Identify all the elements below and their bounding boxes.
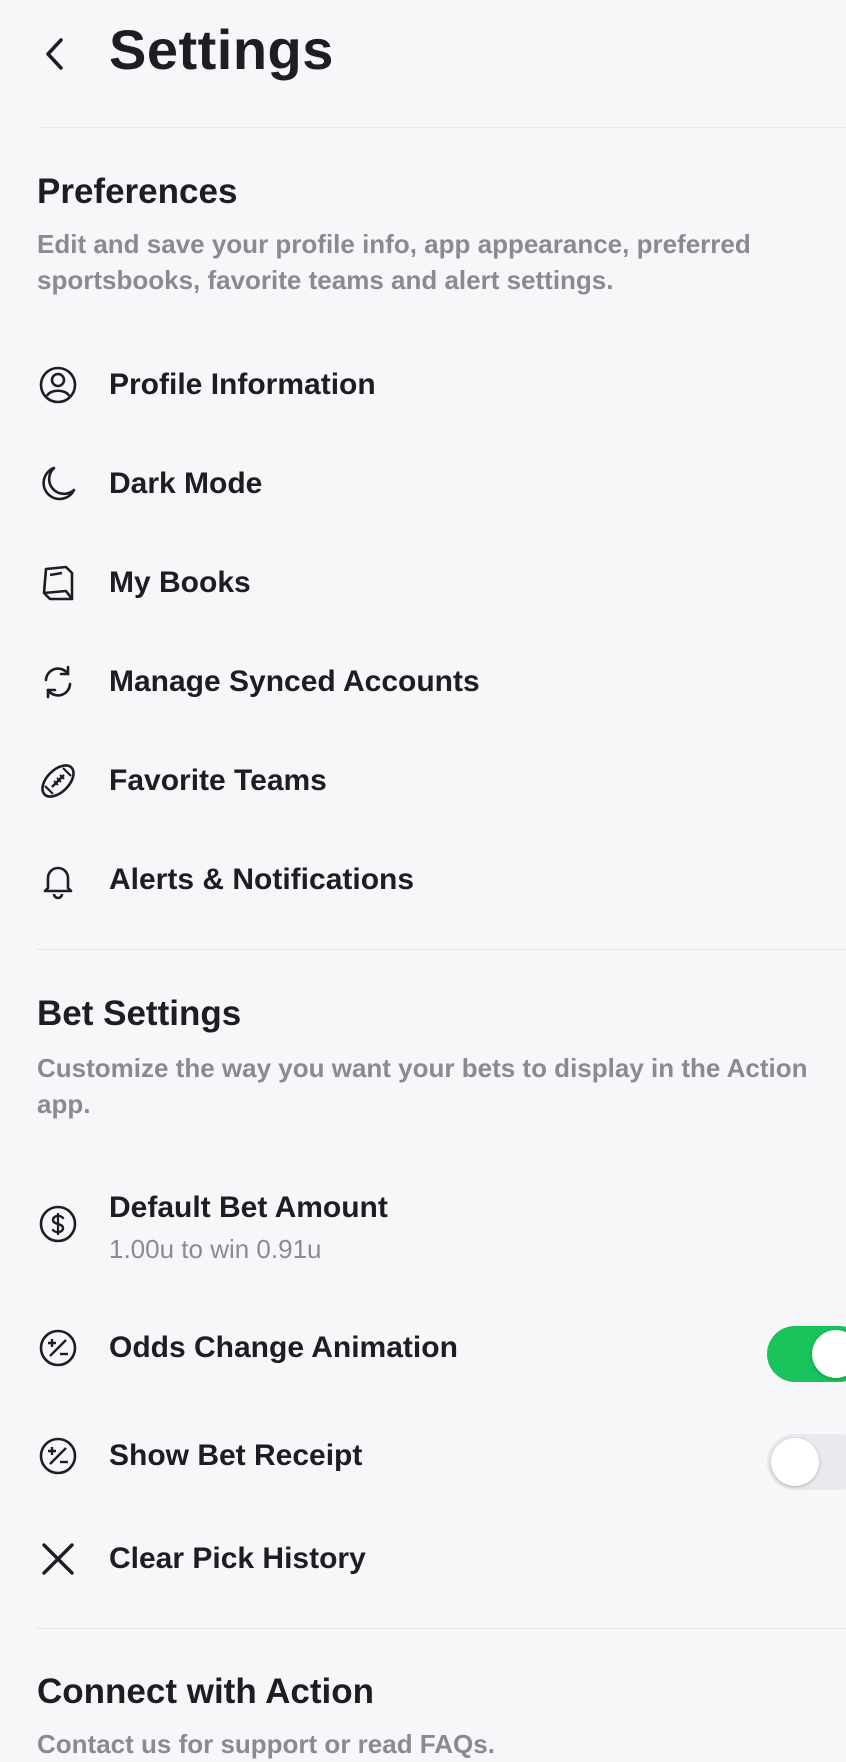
settings-item-odds-change-animation: Odds Change Animation (0, 1308, 846, 1388)
show-bet-receipt-toggle[interactable] (767, 1434, 846, 1490)
settings-item-label: Dark Mode (109, 467, 263, 500)
header-divider (37, 127, 846, 128)
settings-item-clear-pick-history[interactable]: Clear Pick History (0, 1519, 846, 1599)
connect-description: Contact us for support or read FAQs. (37, 1729, 495, 1759)
header: Settings (0, 0, 846, 128)
preferences-title: Preferences (37, 172, 238, 211)
odds-change-animation-toggle[interactable] (767, 1326, 846, 1382)
settings-item-label: Clear Pick History (109, 1542, 366, 1575)
bell-icon (38, 860, 78, 900)
page-title: Settings (109, 18, 334, 81)
connect-title: Connect with Action (37, 1672, 375, 1711)
settings-item-my-books[interactable]: My Books (0, 543, 846, 623)
settings-item-favorite-teams[interactable]: Favorite Teams (0, 741, 846, 821)
bet-settings-title: Bet Settings (37, 994, 242, 1033)
section-divider (37, 949, 846, 950)
toggle-knob (771, 1438, 819, 1486)
section-divider (37, 1628, 846, 1629)
settings-item-label: Favorite Teams (109, 764, 327, 797)
settings-item-label: Alerts & Notifications (109, 863, 415, 896)
default-bet-value: 1.00u to win 0.91u (109, 1234, 322, 1264)
odds-icon (38, 1328, 78, 1368)
settings-item-dark-mode[interactable]: Dark Mode (0, 444, 846, 524)
settings-item-profile-information[interactable]: Profile Information (0, 345, 846, 425)
settings-item-label: My Books (109, 566, 251, 599)
sync-icon (38, 662, 78, 702)
default-bet-label: Default Bet Amount (109, 1191, 388, 1224)
close-icon (38, 1539, 78, 1579)
settings-item-default-bet-amount[interactable]: Default Bet Amount 1.00u to win 0.91u (0, 1186, 846, 1286)
moon-icon (38, 464, 78, 504)
settings-item-label: Manage Synced Accounts (109, 665, 480, 698)
odds-icon (38, 1436, 78, 1476)
back-button[interactable] (34, 30, 74, 78)
chevron-left-icon (43, 37, 65, 71)
bet-settings-description: Customize the way you want your bets to … (37, 1053, 808, 1119)
preferences-description: Edit and save your profile info, app app… (37, 229, 751, 295)
settings-item-label: Show Bet Receipt (109, 1439, 363, 1472)
settings-item-show-bet-receipt: Show Bet Receipt (0, 1416, 846, 1496)
book-icon (38, 563, 78, 603)
settings-item-label: Odds Change Animation (109, 1331, 458, 1364)
dollar-circle-icon (38, 1204, 78, 1244)
settings-item-alerts-notifications[interactable]: Alerts & Notifications (0, 840, 846, 920)
settings-item-label: Profile Information (109, 368, 376, 401)
toggle-knob (812, 1330, 846, 1378)
settings-item-manage-synced-accounts[interactable]: Manage Synced Accounts (0, 642, 846, 722)
football-icon (38, 761, 78, 801)
user-circle-icon (38, 365, 78, 405)
